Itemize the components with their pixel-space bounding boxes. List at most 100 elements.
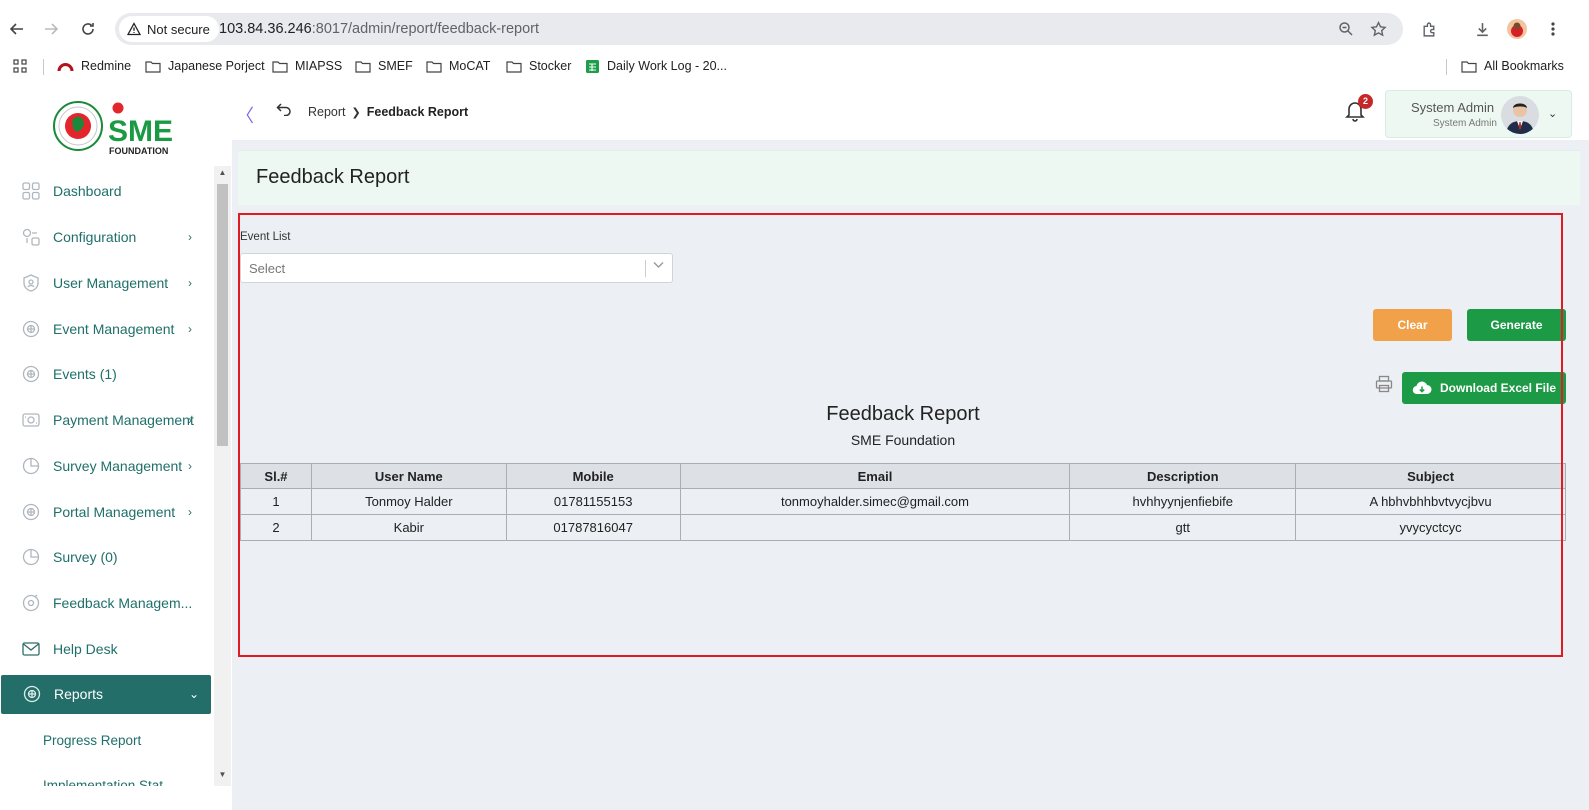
menu-kebab-icon[interactable] — [1540, 16, 1566, 42]
sidebar-item-events[interactable]: Events (1) — [0, 353, 210, 397]
chevron-right-icon: › — [188, 276, 192, 290]
forward-arrow-icon[interactable] — [38, 16, 64, 42]
sidebar-item-configuration[interactable]: Configuration › — [0, 216, 210, 260]
generate-button[interactable]: Generate — [1467, 309, 1566, 341]
scroll-down-icon[interactable]: ▼ — [218, 770, 227, 779]
sidebar-scrollbar[interactable]: ▲ ▼ — [214, 166, 231, 786]
table-cell: tonmoyhalder.simec@gmail.com — [679, 488, 1071, 515]
sidebar-item-survey[interactable]: Survey (0) — [0, 536, 210, 580]
clear-button[interactable]: Clear — [1373, 309, 1452, 341]
user-role: System Admin — [1433, 118, 1497, 129]
report-subtitle: SME Foundation — [850, 432, 956, 448]
chevron-right-icon: ❯ — [351, 106, 361, 119]
cloud-download-icon — [1412, 381, 1432, 395]
download-excel-button[interactable]: Download Excel File — [1402, 372, 1566, 404]
column-header: Sl.# — [240, 463, 312, 489]
table-cell: 01781155153 — [505, 488, 681, 515]
security-chip[interactable]: Not secure — [119, 16, 219, 42]
reload-icon[interactable] — [75, 16, 101, 42]
apps-grid-icon[interactable] — [12, 56, 28, 76]
sidebar-item-event-management[interactable]: Event Management › — [0, 308, 210, 352]
bookmark-japanese-porject[interactable]: Japanese Porject — [145, 56, 265, 76]
sme-foundation-logo: SME FOUNDATION — [53, 101, 173, 156]
report-panel: Event List Select Clear Generate Downloa… — [238, 213, 1580, 657]
sidebar-subitem-progress-report[interactable]: Progress Report — [43, 733, 141, 748]
table-cell: A hbhvbhhbvtvycjbvu — [1295, 488, 1566, 515]
url-text: 103.84.36.246:8017/admin/report/feedback… — [219, 21, 540, 37]
bookmark-mocat[interactable]: MoCAT — [426, 56, 490, 76]
logo[interactable]: SME FOUNDATION — [0, 86, 232, 166]
extensions-icon[interactable] — [1416, 16, 1442, 42]
user-menu[interactable]: System Admin System Admin ⌄ — [1385, 90, 1572, 138]
event-list-label: Event List — [240, 231, 291, 243]
mail-icon — [22, 642, 40, 656]
column-header: Mobile — [505, 463, 681, 489]
sidebar-menu: Dashboard Configuration › User Managemen… — [0, 166, 212, 786]
column-header: User Name — [310, 463, 507, 489]
column-header: Description — [1069, 463, 1297, 489]
pie-icon — [22, 457, 40, 475]
undo-back-icon[interactable] — [276, 102, 292, 121]
folder-icon — [426, 60, 442, 73]
table-cell: Kabir — [310, 514, 507, 541]
sidebar-item-survey-management[interactable]: Survey Management › — [0, 445, 210, 489]
security-label: Not secure — [147, 21, 210, 37]
sidebar-item-portal-management[interactable]: Portal Management › — [0, 491, 210, 535]
report-title: Feedback Report — [826, 403, 980, 425]
bookmark-stocker[interactable]: Stocker — [506, 56, 571, 76]
scroll-up-icon[interactable]: ▲ — [218, 168, 227, 177]
folder-icon — [272, 60, 288, 73]
app-container: SME FOUNDATION Dashboard Configuration ›… — [0, 86, 1589, 810]
browser-toolbar: Not secure 103.84.36.246:8017/admin/repo… — [0, 0, 1589, 58]
bookmark-daily-work-log[interactable]: Daily Work Log - 20... — [585, 56, 727, 76]
sidebar: SME FOUNDATION Dashboard Configuration ›… — [0, 86, 232, 810]
sidebar-item-reports[interactable]: Reports ⌄ — [1, 675, 211, 714]
chevron-down-icon — [653, 260, 664, 272]
table-cell: hvhhyynjenfiebife — [1069, 488, 1297, 515]
sheets-icon — [586, 59, 599, 73]
chevron-down-icon: ⌄ — [1548, 108, 1558, 120]
event-icon — [22, 365, 40, 383]
page-title: Feedback Report — [256, 166, 410, 188]
chevron-right-icon: › — [188, 230, 192, 244]
sidebar-item-payment-management[interactable]: Payment Management › — [0, 399, 210, 443]
avatar — [1501, 96, 1539, 134]
bookmarks-bar: Redmine Japanese Porject MIAPSS SMEF MoC… — [0, 52, 1589, 80]
collapse-sidebar-icon[interactable]: 〈 — [236, 102, 254, 128]
feedback-icon — [22, 594, 40, 612]
star-icon[interactable] — [1368, 19, 1388, 39]
table-cell: Tonmoy Halder — [310, 488, 507, 515]
event-icon — [22, 320, 40, 338]
scroll-thumb[interactable] — [217, 184, 228, 446]
table-cell — [679, 514, 1071, 541]
sidebar-item-help-desk[interactable]: Help Desk — [0, 628, 210, 672]
folder-icon — [355, 60, 371, 73]
page-header: Feedback Report — [238, 150, 1580, 205]
table-cell: 1 — [240, 488, 312, 515]
print-icon[interactable] — [1375, 375, 1393, 393]
event-list-select[interactable]: Select — [240, 253, 673, 283]
svg-text:SME: SME — [108, 115, 173, 148]
breadcrumb-report[interactable]: Report — [308, 105, 346, 119]
sidebar-subitem-implementation-status[interactable]: Implementation Stat... — [43, 778, 174, 786]
zoom-icon[interactable] — [1336, 19, 1356, 39]
back-arrow-icon[interactable] — [4, 16, 30, 42]
sidebar-item-dashboard[interactable]: Dashboard — [0, 170, 210, 214]
reports-icon — [23, 685, 41, 703]
user-name: System Admin — [1411, 100, 1495, 115]
svg-text:FOUNDATION: FOUNDATION — [109, 146, 168, 156]
chevron-right-icon: › — [188, 505, 192, 519]
sidebar-item-feedback-management[interactable]: Feedback Managem... — [0, 582, 210, 626]
address-bar[interactable]: Not secure 103.84.36.246:8017/admin/repo… — [115, 13, 1403, 45]
all-bookmarks[interactable]: All Bookmarks — [1461, 56, 1564, 76]
bookmark-smef[interactable]: SMEF — [355, 56, 413, 76]
feedback-table: Sl.# User Name Mobile Email Description … — [240, 463, 1566, 541]
folder-icon — [1461, 60, 1477, 73]
download-icon[interactable] — [1469, 16, 1495, 42]
sidebar-item-user-management[interactable]: User Management › — [0, 262, 210, 306]
profile-avatar-icon[interactable] — [1504, 16, 1530, 42]
table-cell: yvycyctcyc — [1295, 514, 1566, 541]
bookmark-redmine[interactable]: Redmine — [57, 56, 131, 76]
bookmark-miapss[interactable]: MIAPSS — [272, 56, 342, 76]
breadcrumb: Report ❯ Feedback Report — [308, 105, 468, 119]
